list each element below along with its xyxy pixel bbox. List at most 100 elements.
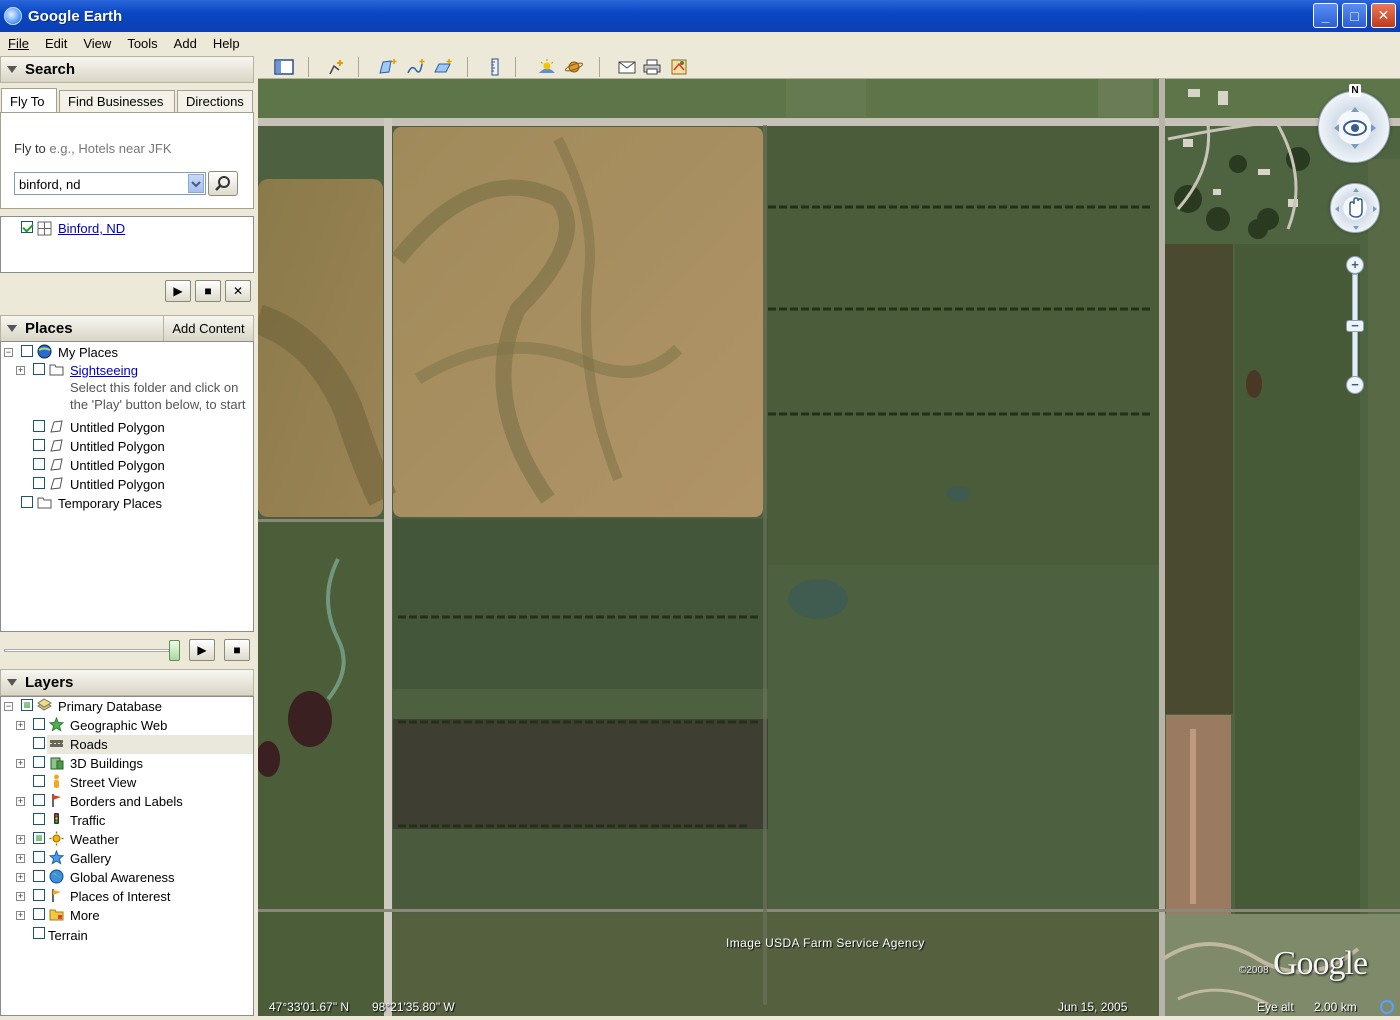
sightseeing-checkbox[interactable] xyxy=(33,363,45,375)
my-places-checkbox[interactable] xyxy=(21,345,33,357)
add-image-overlay-icon[interactable] xyxy=(433,58,453,76)
expand-toggle[interactable]: + xyxy=(16,835,25,844)
search-panel-header[interactable]: Search xyxy=(0,56,254,83)
clear-search-button[interactable]: ✕ xyxy=(225,280,251,302)
layer-3d-buildings[interactable]: 3D Buildings xyxy=(70,754,143,772)
satellite-imagery[interactable] xyxy=(258,79,1400,1016)
polygon-checkbox[interactable] xyxy=(33,420,45,432)
collapse-toggle[interactable]: − xyxy=(4,702,13,711)
tree-item-untitled-polygon[interactable]: Untitled Polygon xyxy=(70,475,165,493)
polygon-checkbox[interactable] xyxy=(33,439,45,451)
layer-checkbox[interactable] xyxy=(33,756,45,768)
move-control[interactable] xyxy=(1330,183,1380,233)
expand-toggle[interactable]: + xyxy=(16,892,25,901)
layer-more[interactable]: More xyxy=(70,906,100,924)
layer-checkbox[interactable] xyxy=(33,889,45,901)
menu-edit[interactable]: Edit xyxy=(37,36,75,51)
temporary-places-checkbox[interactable] xyxy=(21,496,33,508)
layer-checkbox[interactable] xyxy=(33,775,45,787)
add-content-button[interactable]: Add Content xyxy=(163,316,253,341)
tour-slider-handle[interactable] xyxy=(169,640,180,661)
layer-checkbox[interactable] xyxy=(33,870,45,882)
layer-checkbox[interactable] xyxy=(33,794,45,806)
layer-traffic[interactable]: Traffic xyxy=(70,811,105,829)
layer-primary-database[interactable]: Primary Database xyxy=(58,697,162,715)
menu-tools[interactable]: Tools xyxy=(119,36,165,51)
collapse-toggle[interactable]: − xyxy=(4,348,13,357)
add-path-icon[interactable] xyxy=(406,58,426,76)
add-placemark-icon[interactable] xyxy=(326,58,346,76)
sunlight-icon[interactable] xyxy=(537,58,557,76)
terrain-checkbox[interactable] xyxy=(33,927,45,939)
planet-icon[interactable] xyxy=(564,58,584,76)
layer-checkbox[interactable] xyxy=(33,851,45,863)
close-button[interactable]: ✕ xyxy=(1371,3,1396,28)
stop-tour-button[interactable]: ■ xyxy=(195,280,221,302)
expand-toggle[interactable]: + xyxy=(16,721,25,730)
menu-help[interactable]: Help xyxy=(205,36,248,51)
tree-item-my-places[interactable]: My Places xyxy=(58,343,118,361)
dropdown-arrow-icon[interactable] xyxy=(188,174,204,193)
tree-item-sightseeing[interactable]: Sightseeing xyxy=(70,361,138,379)
ruler-icon[interactable] xyxy=(485,58,505,76)
layer-borders-and-labels[interactable]: Borders and Labels xyxy=(70,792,183,810)
play-tour-button[interactable]: ▶ xyxy=(165,280,191,302)
look-around-control[interactable] xyxy=(1318,91,1390,163)
expand-toggle[interactable]: + xyxy=(16,873,25,882)
layer-places-of-interest[interactable]: Places of Interest xyxy=(70,887,170,905)
tab-fly-to[interactable]: Fly To xyxy=(1,88,57,113)
tour-slider-track[interactable] xyxy=(4,649,180,652)
layer-weather[interactable]: Weather xyxy=(70,830,119,848)
menu-file[interactable]: File xyxy=(0,36,37,51)
primary-database-checkbox[interactable] xyxy=(21,699,33,711)
layer-roads[interactable]: Roads xyxy=(70,735,108,753)
compass-north-indicator[interactable]: N xyxy=(1349,84,1361,97)
tree-item-untitled-polygon[interactable]: Untitled Polygon xyxy=(70,437,165,455)
layer-terrain[interactable]: Terrain xyxy=(48,926,88,944)
tree-item-untitled-polygon[interactable]: Untitled Polygon xyxy=(70,418,165,436)
search-button[interactable] xyxy=(208,171,238,196)
expand-toggle[interactable]: + xyxy=(16,797,25,806)
collapse-arrow-icon[interactable] xyxy=(7,679,17,686)
layer-geographic-web[interactable]: Geographic Web xyxy=(70,716,167,734)
expand-toggle[interactable]: + xyxy=(16,911,25,920)
search-input[interactable]: binford, nd xyxy=(14,172,206,195)
minimize-button[interactable]: _ xyxy=(1313,3,1338,28)
result-binford-link[interactable]: Binford, ND xyxy=(58,221,125,236)
layer-checkbox[interactable] xyxy=(33,737,45,749)
print-icon[interactable] xyxy=(642,58,662,76)
menu-add[interactable]: Add xyxy=(166,36,205,51)
zoom-in-button[interactable]: + xyxy=(1346,256,1364,274)
menu-view[interactable]: View xyxy=(75,36,119,51)
layer-global-awareness[interactable]: Global Awareness xyxy=(70,868,175,886)
polygon-checkbox[interactable] xyxy=(33,458,45,470)
layer-checkbox[interactable] xyxy=(33,718,45,730)
result-checkbox[interactable] xyxy=(21,221,33,233)
layer-checkbox[interactable] xyxy=(33,832,45,844)
collapse-arrow-icon[interactable] xyxy=(7,325,17,332)
layers-panel-header[interactable]: Layers xyxy=(0,669,254,696)
tree-item-untitled-polygon[interactable]: Untitled Polygon xyxy=(70,456,165,474)
layer-checkbox[interactable] xyxy=(33,908,45,920)
map-view[interactable]: N + − − Image USDA Farm Service Agency ©… xyxy=(258,79,1400,1016)
maximize-button[interactable]: □ xyxy=(1342,3,1367,28)
add-polygon-icon[interactable] xyxy=(378,58,398,76)
collapse-arrow-icon[interactable] xyxy=(7,66,17,73)
tree-item-temporary-places[interactable]: Temporary Places xyxy=(58,494,162,512)
polygon-checkbox[interactable] xyxy=(33,477,45,489)
zoom-slider-handle[interactable]: − xyxy=(1346,319,1364,332)
stop-button[interactable]: ■ xyxy=(224,639,250,661)
tab-find-businesses[interactable]: Find Businesses xyxy=(59,90,175,112)
view-in-maps-icon[interactable] xyxy=(669,58,689,76)
expand-toggle[interactable]: + xyxy=(16,759,25,768)
layer-gallery[interactable]: Gallery xyxy=(70,849,111,867)
play-button[interactable]: ▶ xyxy=(189,639,215,661)
expand-toggle[interactable]: + xyxy=(16,366,25,375)
zoom-out-button[interactable]: − xyxy=(1346,376,1364,394)
expand-toggle[interactable]: + xyxy=(16,854,25,863)
sidebar-toggle-icon[interactable] xyxy=(274,58,294,76)
layer-street-view[interactable]: Street View xyxy=(70,773,136,791)
email-icon[interactable] xyxy=(617,58,637,76)
tab-directions[interactable]: Directions xyxy=(177,90,253,112)
layer-checkbox[interactable] xyxy=(33,813,45,825)
